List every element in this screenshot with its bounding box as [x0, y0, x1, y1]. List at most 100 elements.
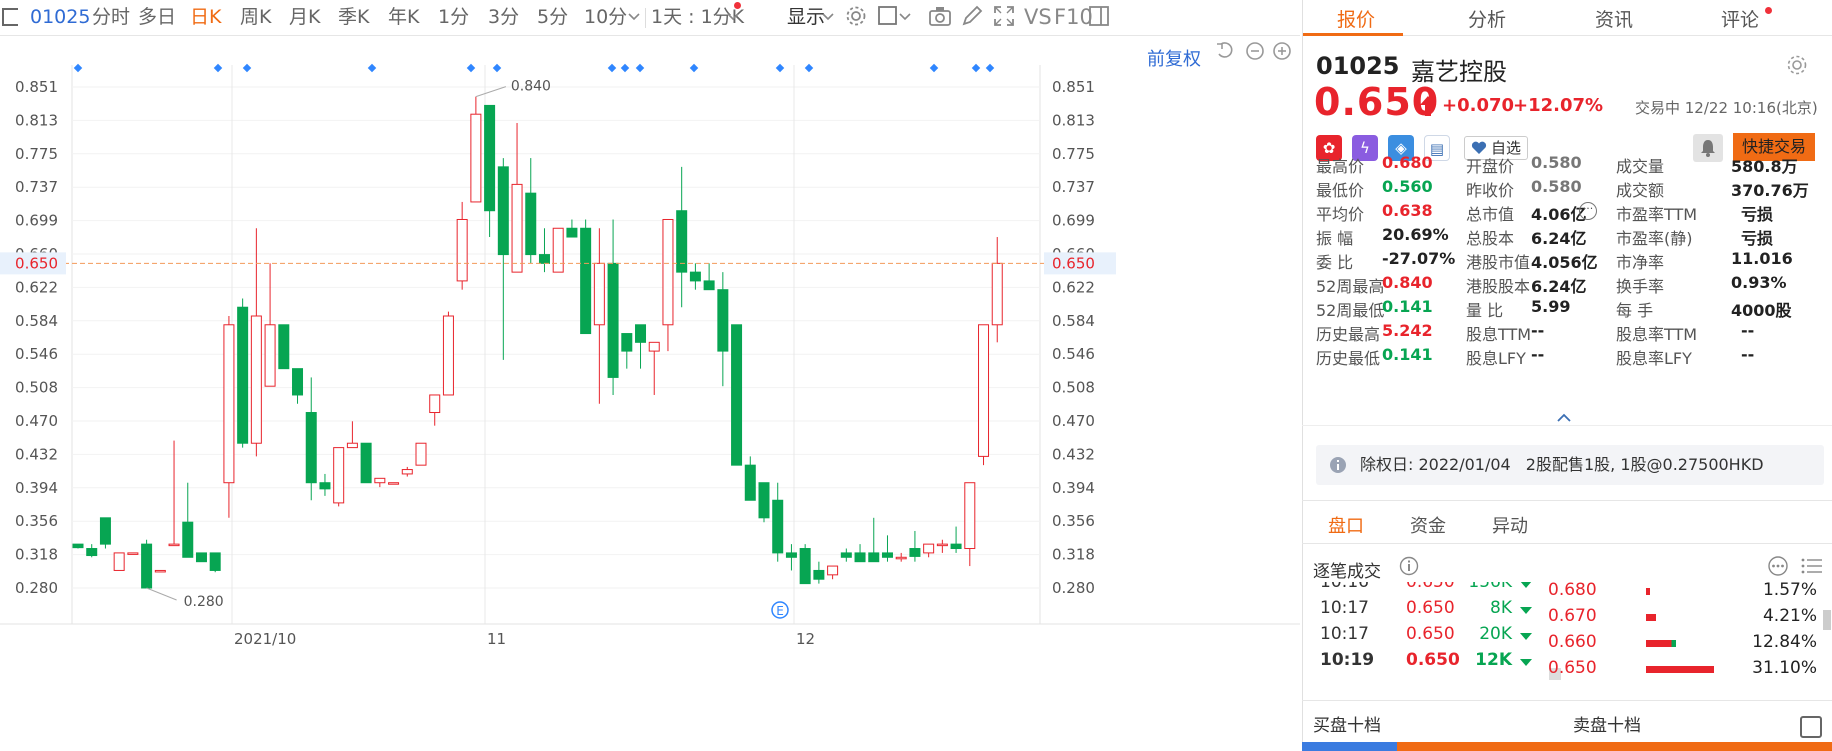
candle-body[interactable] [909, 548, 921, 557]
candle-body[interactable] [442, 315, 454, 396]
candle-body[interactable] [991, 262, 1003, 326]
candle-body[interactable] [86, 548, 98, 557]
period-tab-5min[interactable]: 5分 [537, 5, 568, 29]
candle-body[interactable] [264, 324, 276, 387]
candle-body[interactable] [360, 442, 372, 484]
candle-body[interactable] [374, 477, 386, 484]
candle-body[interactable] [319, 482, 331, 490]
candle-body[interactable] [813, 569, 825, 580]
restore-right-toggle[interactable]: 前复权 [1147, 45, 1201, 71]
period-tab-10min[interactable]: 10分 [584, 5, 627, 29]
candle-body[interactable] [333, 447, 345, 504]
event-marker-icon[interactable] [689, 63, 699, 73]
candle-body[interactable] [607, 262, 619, 378]
menu-icon[interactable] [2, 8, 18, 26]
candle-body[interactable] [346, 442, 358, 449]
period-tab-week-k[interactable]: 周K [240, 5, 271, 29]
candle-body[interactable] [113, 552, 125, 571]
candle-body[interactable] [978, 324, 990, 457]
candle-body[interactable] [209, 552, 221, 571]
event-marker-icon[interactable] [466, 63, 476, 73]
candle-body[interactable] [744, 464, 756, 501]
candle-body[interactable] [936, 543, 948, 547]
zoom-out-icon[interactable] [1246, 42, 1264, 60]
ticks-info-icon[interactable] [1399, 556, 1419, 576]
period-tab-1min[interactable]: 1分 [438, 5, 469, 29]
scroll-top-icon[interactable] [1800, 716, 1822, 738]
candle-body[interactable] [552, 227, 564, 273]
candle-body[interactable] [497, 166, 509, 256]
candle-body[interactable] [401, 469, 413, 475]
candle-body[interactable] [635, 324, 647, 343]
event-marker-icon[interactable] [804, 63, 814, 73]
candle-body[interactable] [827, 565, 839, 576]
candle-body[interactable] [292, 368, 304, 396]
candle-body[interactable] [895, 556, 907, 560]
period-more-chevron-icon[interactable] [628, 12, 640, 22]
candle-body[interactable] [580, 227, 592, 335]
list-view-icon[interactable] [1801, 557, 1823, 575]
tab-news[interactable]: 资讯 [1595, 5, 1633, 32]
candle-body[interactable] [621, 333, 633, 352]
kline-chart[interactable]: 0.851 0.851 0.813 0.813 0.775 0.775 0.737 0.737… [0, 37, 1300, 751]
event-marker-icon[interactable] [635, 63, 645, 73]
draw-pencil-icon[interactable] [961, 5, 983, 27]
event-marker-icon[interactable] [607, 63, 617, 73]
display-menu[interactable]: 显示 [787, 5, 825, 29]
indicator-box-icon[interactable] [878, 5, 912, 27]
tab-comments[interactable]: 评论 [1721, 5, 1759, 32]
candle-body[interactable] [648, 341, 660, 352]
candle-body[interactable] [703, 280, 715, 291]
event-marker-icon[interactable] [73, 63, 83, 73]
candle-body[interactable] [923, 543, 935, 554]
more-options-icon[interactable] [1767, 556, 1789, 576]
event-marker-icon[interactable] [492, 63, 502, 73]
period-tab-timeshare[interactable]: 分时 [92, 5, 130, 29]
event-marker-icon[interactable] [985, 63, 995, 73]
candle-body[interactable] [799, 548, 811, 585]
candle-body[interactable] [593, 262, 605, 326]
alert-bell-button[interactable] [1693, 134, 1723, 162]
candle-body[interactable] [758, 482, 770, 519]
panel-settings-icon[interactable] [1786, 54, 1808, 76]
period-tab-day-k[interactable]: 日K [190, 5, 221, 29]
f10-button[interactable]: F10 [1054, 5, 1093, 29]
panel-toggle-icon[interactable] [1088, 5, 1110, 27]
candle-body[interactable] [785, 552, 797, 558]
period-tab-multiday[interactable]: 多日 [138, 5, 176, 29]
candle-body[interactable] [772, 499, 784, 554]
event-marker-icon[interactable] [620, 63, 630, 73]
event-marker-icon[interactable] [367, 63, 377, 73]
candle-body[interactable] [278, 324, 290, 370]
candle-body[interactable] [237, 306, 249, 444]
kline-chart-area[interactable]: 0.851 0.851 0.813 0.813 0.775 0.775 0.737 0.737… [0, 37, 1300, 751]
compare-vs-button[interactable]: VS [1024, 5, 1052, 29]
tab-analysis[interactable]: 分析 [1468, 5, 1506, 32]
event-marker-icon[interactable] [242, 63, 252, 73]
candle-body[interactable] [538, 254, 550, 264]
candle-body[interactable] [250, 315, 262, 444]
candle-body[interactable] [840, 552, 852, 558]
zoom-in-icon[interactable] [1273, 42, 1291, 60]
candle-body[interactable] [141, 543, 153, 589]
camera-icon[interactable] [928, 5, 952, 27]
period-tab-3min[interactable]: 3分 [488, 5, 519, 29]
candle-body[interactable] [99, 517, 111, 545]
settings-gear-icon[interactable] [845, 5, 867, 27]
subtab-capital[interactable]: 资金 [1410, 512, 1446, 538]
candle-body[interactable] [429, 394, 441, 414]
candle-body[interactable] [182, 521, 194, 558]
candle-body[interactable] [72, 543, 84, 549]
subtab-orderbook[interactable]: 盘口 [1328, 512, 1364, 538]
candle-body[interactable] [566, 227, 578, 238]
candle-body[interactable] [511, 183, 523, 273]
candle-body[interactable] [731, 324, 743, 466]
event-marker-icon[interactable] [929, 63, 939, 73]
candle-body[interactable] [470, 113, 482, 203]
candle-body[interactable] [127, 552, 139, 555]
candle-body[interactable] [881, 552, 893, 558]
fullscreen-icon[interactable] [993, 5, 1015, 27]
subtab-anomaly[interactable]: 异动 [1492, 512, 1528, 538]
candle-body[interactable] [689, 271, 701, 282]
period-tab-year-k[interactable]: 年K [388, 5, 419, 29]
